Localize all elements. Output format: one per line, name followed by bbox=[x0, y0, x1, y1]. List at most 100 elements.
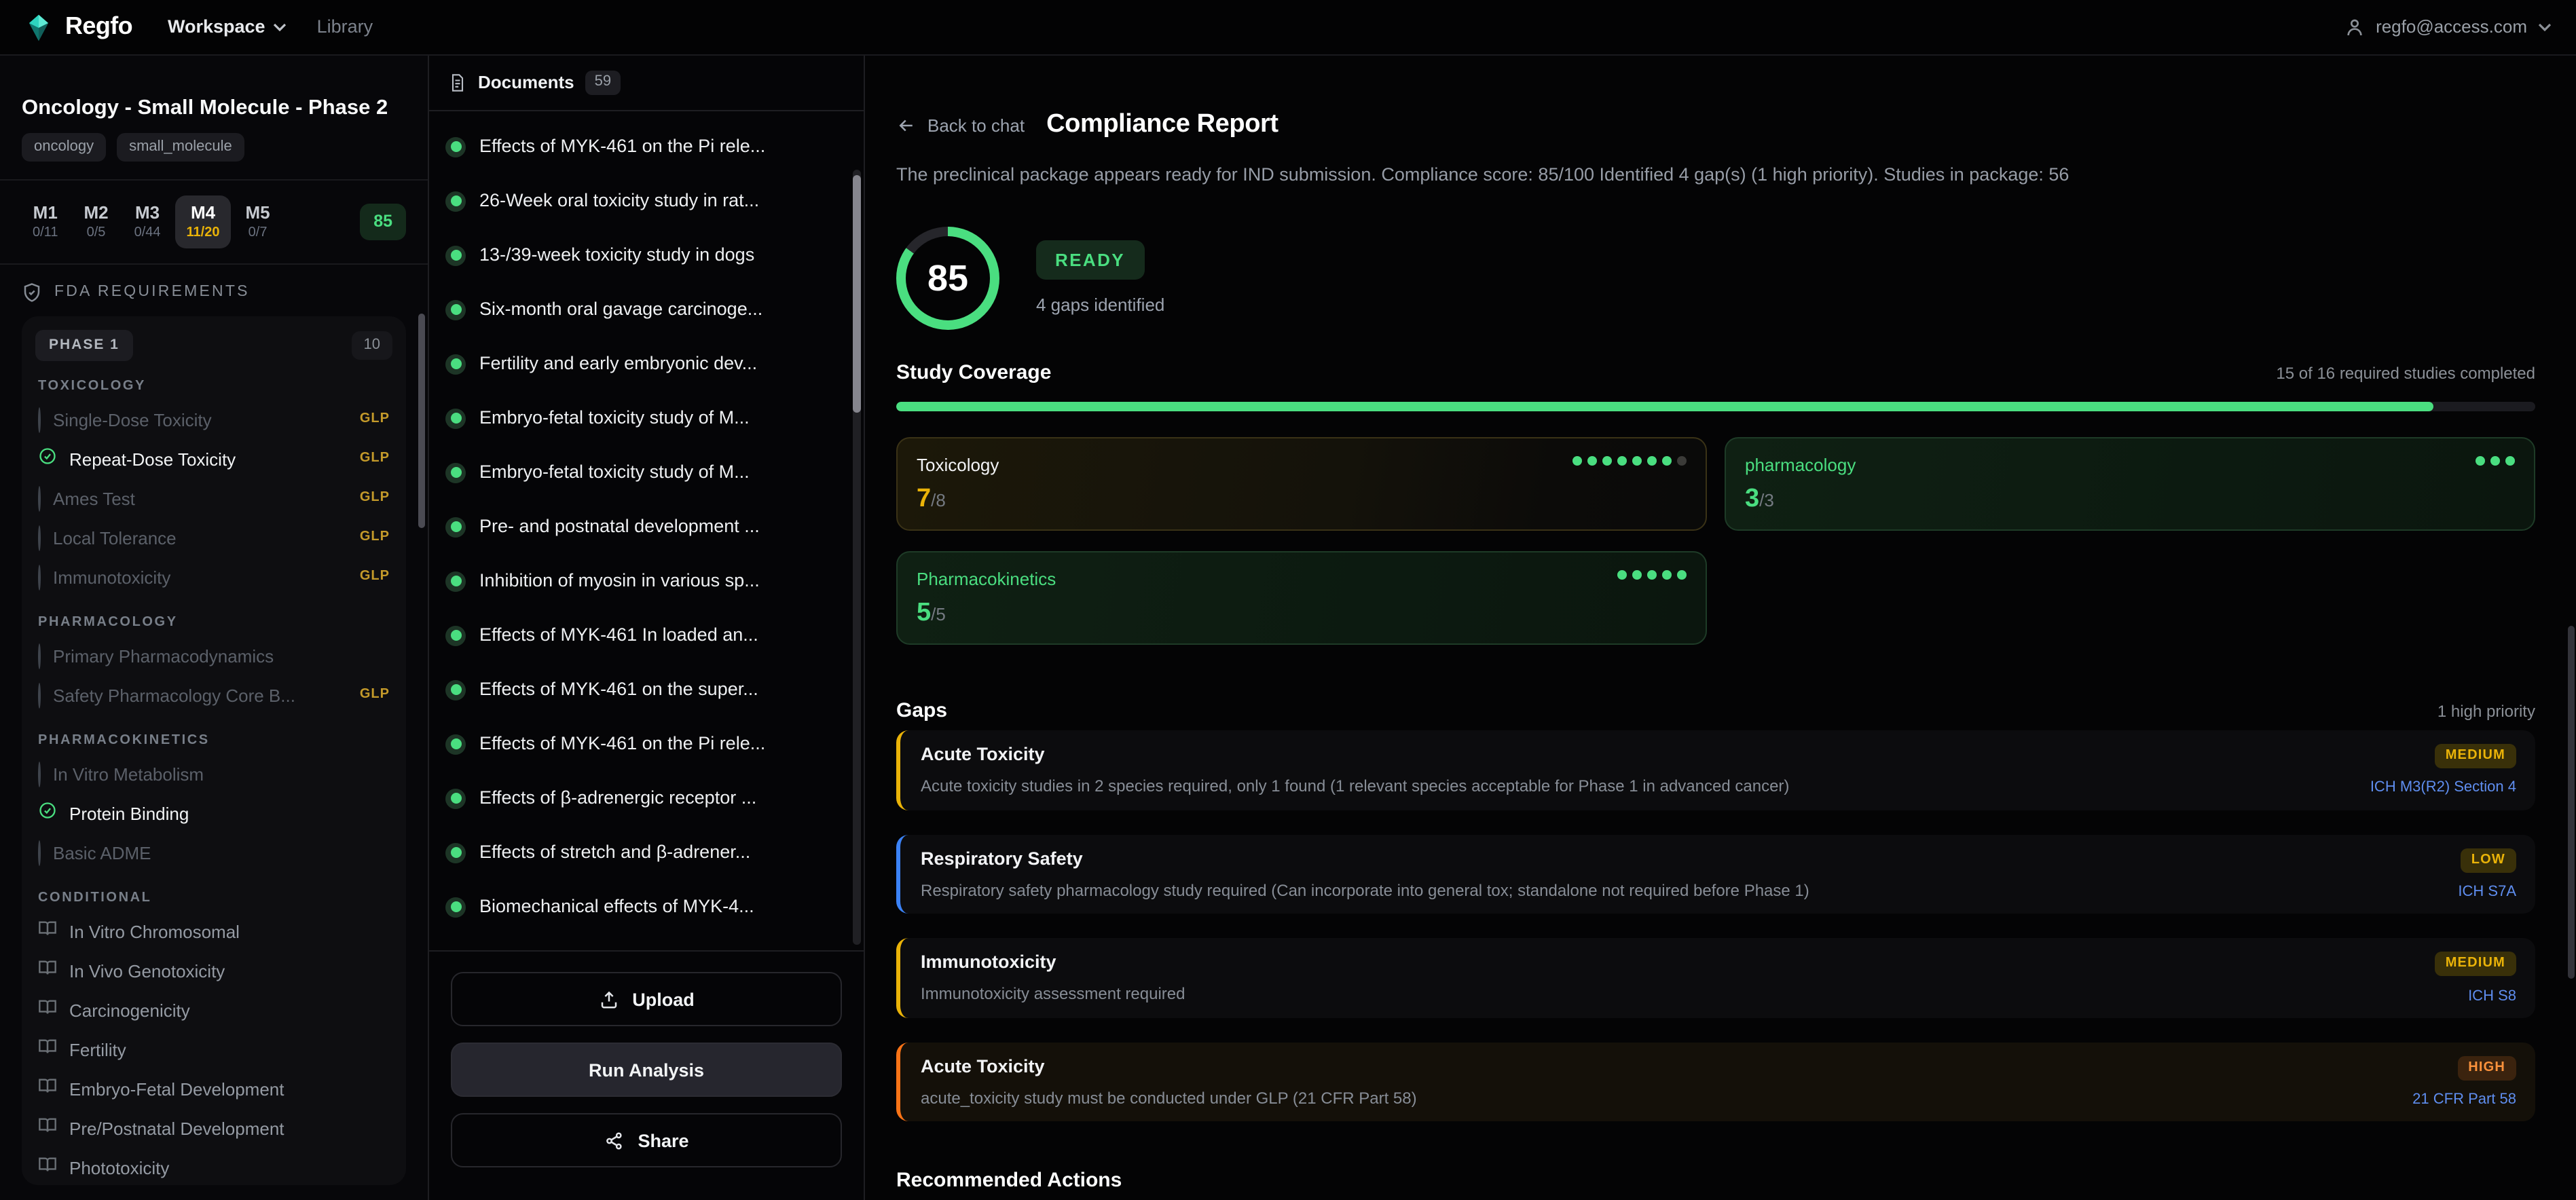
user-icon bbox=[2343, 16, 2365, 38]
requirement-item[interactable]: Repeat-Dose Toxicity GLP bbox=[35, 440, 392, 479]
coverage-done-count: 3 bbox=[1745, 485, 1759, 513]
module-tab[interactable]: M4 11/20 bbox=[176, 195, 231, 249]
module-tab[interactable]: M2 0/5 bbox=[73, 195, 119, 249]
document-list-item[interactable]: Biomechanical effects of MYK-4... bbox=[445, 880, 845, 934]
document-title: Biomechanical effects of MYK-4... bbox=[479, 896, 754, 918]
document-title: Pre- and postnatal development ... bbox=[479, 516, 760, 538]
module-label: M5 bbox=[246, 202, 270, 223]
document-title: Six-month oral gavage carcinoge... bbox=[479, 299, 762, 320]
requirements-section-label: PHARMACOLOGY bbox=[38, 615, 390, 631]
document-list-item[interactable]: Embryo-fetal toxicity study of M... bbox=[445, 391, 845, 445]
document-list-item[interactable]: Inhibition of myosin in various sp... bbox=[445, 554, 845, 608]
document-icon bbox=[448, 73, 467, 92]
run-analysis-button[interactable]: Run Analysis bbox=[451, 1043, 842, 1097]
requirement-item[interactable]: Safety Pharmacology Core B... GLP bbox=[35, 676, 392, 715]
circle-icon bbox=[38, 407, 41, 433]
requirement-item[interactable]: In Vitro Chromosomal bbox=[35, 912, 392, 952]
document-status-dot-icon bbox=[445, 788, 466, 808]
document-status-dot-icon bbox=[445, 571, 466, 591]
requirements-section-label: PHARMACOKINETICS bbox=[38, 733, 390, 749]
upload-button[interactable]: Upload bbox=[451, 972, 842, 1026]
requirement-name: In Vitro Chromosomal bbox=[69, 921, 390, 942]
module-tab[interactable]: M5 0/7 bbox=[235, 195, 281, 249]
requirement-item[interactable]: In Vitro Metabolism bbox=[35, 755, 392, 794]
gap-list: Acute Toxicity Acute toxicity studies in… bbox=[896, 730, 2535, 1122]
document-title: Embryo-fetal toxicity study of M... bbox=[479, 407, 750, 429]
gap-card: Respiratory Safety Respiratory safety ph… bbox=[896, 834, 2535, 914]
document-list-item[interactable]: Effects of MYK-461 on the Pi rele... bbox=[445, 119, 845, 174]
document-list-item[interactable]: Effects of stretch and β-adrener... bbox=[445, 825, 845, 880]
divider bbox=[0, 264, 428, 265]
document-status-dot-icon bbox=[445, 625, 466, 645]
document-list-item[interactable]: Effects of MYK-461 on the Pi rele... bbox=[445, 717, 845, 771]
book-icon bbox=[38, 998, 57, 1024]
document-list-item[interactable]: 26-Week oral toxicity study in rat... bbox=[445, 174, 845, 228]
main-scrollbar-thumb[interactable] bbox=[2568, 626, 2575, 979]
requirement-item[interactable]: Primary Pharmacodynamics bbox=[35, 637, 392, 676]
document-title: 13-/39-week toxicity study in dogs bbox=[479, 244, 754, 266]
requirement-item[interactable]: Fertility bbox=[35, 1030, 392, 1070]
document-list-item[interactable]: Effects of MYK-461 on the super... bbox=[445, 662, 845, 717]
document-list-item[interactable]: Embryo-fetal toxicity study of M... bbox=[445, 445, 845, 500]
requirement-item[interactable]: Pre/Postnatal Development bbox=[35, 1109, 392, 1148]
arrow-left-icon bbox=[896, 115, 917, 136]
document-list-item[interactable]: Pre- and postnatal development ... bbox=[445, 500, 845, 554]
requirement-name: Local Tolerance bbox=[53, 527, 348, 548]
module-tab[interactable]: M1 0/11 bbox=[22, 195, 69, 249]
document-list-item[interactable]: Effects of β-adrenergic receptor ... bbox=[445, 771, 845, 825]
severity-badge: LOW bbox=[2461, 848, 2516, 872]
requirement-item[interactable]: Carcinogenicity bbox=[35, 991, 392, 1030]
brand[interactable]: Regfo bbox=[24, 12, 132, 41]
document-list-item[interactable]: Fertility and early embryonic dev... bbox=[445, 337, 845, 391]
documents-header: Documents 59 bbox=[429, 56, 864, 111]
document-title: Embryo-fetal toxicity study of M... bbox=[479, 462, 750, 483]
nav-library[interactable]: Library bbox=[317, 16, 373, 38]
book-icon bbox=[38, 1116, 57, 1142]
requirement-item[interactable]: Embryo-Fetal Development bbox=[35, 1070, 392, 1109]
gap-description: Respiratory safety pharmacology study re… bbox=[921, 881, 2304, 901]
requirement-item[interactable]: Basic ADME bbox=[35, 833, 392, 873]
document-title: 26-Week oral toxicity study in rat... bbox=[479, 190, 759, 212]
requirement-name: Pre/Postnatal Development bbox=[69, 1118, 390, 1139]
regulation-reference-link[interactable]: 21 CFR Part 58 bbox=[2412, 1091, 2516, 1109]
module-count: 0/44 bbox=[134, 226, 161, 242]
sidebar-scrollbar-thumb[interactable] bbox=[418, 314, 425, 528]
requirement-item[interactable]: Ames Test GLP bbox=[35, 479, 392, 519]
document-list-item[interactable]: Effects of MYK-461 In loaded an... bbox=[445, 608, 845, 662]
module-tab[interactable]: M3 0/44 bbox=[124, 195, 172, 249]
document-list-item[interactable]: 13-/39-week toxicity study in dogs bbox=[445, 228, 845, 282]
user-menu[interactable]: regfo@access.com bbox=[2343, 16, 2552, 38]
document-title: Effects of MYK-461 on the Pi rele... bbox=[479, 733, 765, 755]
requirement-item[interactable]: Local Tolerance GLP bbox=[35, 519, 392, 558]
document-title: Effects of MYK-461 on the Pi rele... bbox=[479, 136, 765, 157]
upload-icon bbox=[598, 989, 619, 1009]
requirement-item[interactable]: Immunotoxicity GLP bbox=[35, 558, 392, 597]
document-status-dot-icon bbox=[445, 517, 466, 537]
requirement-item[interactable]: In Vivo Genotoxicity bbox=[35, 952, 392, 991]
nav-workspace[interactable]: Workspace bbox=[168, 16, 287, 38]
top-nav: Workspace Library bbox=[168, 16, 373, 38]
circle-icon bbox=[38, 525, 41, 551]
requirement-item[interactable]: Single-Dose Toxicity GLP bbox=[35, 400, 392, 440]
status-badge: READY bbox=[1036, 240, 1144, 280]
gap-title: Immunotoxicity bbox=[921, 952, 2304, 973]
document-status-dot-icon bbox=[445, 679, 466, 700]
document-list-item[interactable]: Six-month oral gavage carcinoge... bbox=[445, 282, 845, 337]
coverage-total-count: /5 bbox=[931, 604, 946, 624]
document-status-dot-icon bbox=[445, 354, 466, 374]
gap-card: Acute Toxicity acute_toxicity study must… bbox=[896, 1042, 2535, 1121]
share-button[interactable]: Share bbox=[451, 1113, 842, 1167]
coverage-dots bbox=[2476, 456, 2515, 466]
book-icon bbox=[38, 958, 57, 984]
glp-tag: GLP bbox=[360, 530, 390, 546]
gap-title: Acute Toxicity bbox=[921, 744, 2304, 766]
top-bar: Regfo Workspace Library regfo@access.com bbox=[0, 0, 2576, 56]
back-to-chat-link[interactable]: Back to chat bbox=[896, 115, 1025, 136]
regulation-reference-link[interactable]: ICH S7A bbox=[2458, 884, 2516, 901]
regulation-reference-link[interactable]: ICH S8 bbox=[2468, 988, 2516, 1005]
requirement-item[interactable]: Protein Binding bbox=[35, 794, 392, 833]
requirement-item[interactable]: Phototoxicity bbox=[35, 1148, 392, 1186]
requirement-name: Embryo-Fetal Development bbox=[69, 1079, 390, 1100]
documents-scrollbar-thumb[interactable] bbox=[853, 175, 861, 413]
regulation-reference-link[interactable]: ICH M3(R2) Section 4 bbox=[2370, 780, 2516, 798]
